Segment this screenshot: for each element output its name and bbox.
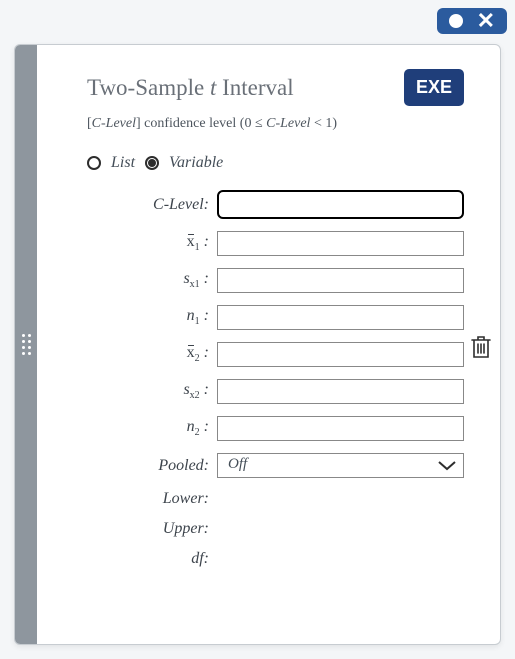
header-row: Two-Sample t Interval EXE (87, 69, 464, 106)
close-button[interactable]: ✕ (477, 14, 495, 28)
dialog-content: Two-Sample t Interval EXE [C-Level] conf… (37, 45, 500, 644)
status-dot-icon (449, 14, 463, 28)
radio-variable[interactable] (145, 156, 159, 170)
row-pooled: Pooled: Off (87, 453, 464, 478)
title-pre: Two-Sample (87, 75, 210, 100)
select-pooled[interactable]: Off (217, 453, 464, 478)
label-pooled: Pooled: (87, 457, 217, 475)
label-sx2: sx2 : (87, 381, 217, 401)
input-xbar2[interactable] (217, 342, 464, 367)
delete-button[interactable] (470, 335, 492, 364)
title-post: Interval (216, 75, 293, 100)
row-df: df: (87, 550, 464, 568)
row-n2: n2 : (87, 416, 464, 441)
row-lower: Lower: (87, 490, 464, 508)
subtitle: [C-Level] confidence level (0 ≤ C-Level … (87, 116, 464, 132)
label-lower: Lower: (87, 490, 217, 508)
label-df: df: (87, 550, 217, 568)
row-n1: n1 : (87, 305, 464, 330)
grip-icon (22, 334, 31, 355)
data-mode-row: List Variable (87, 154, 464, 172)
radio-list[interactable] (87, 156, 101, 170)
trash-icon (470, 335, 492, 359)
row-xbar2: x2 : (87, 342, 464, 367)
label-xbar1: x1 : (87, 233, 217, 253)
input-sx1[interactable] (217, 268, 464, 293)
input-clevel[interactable] (217, 190, 464, 219)
drag-handle[interactable] (15, 45, 37, 644)
row-upper: Upper: (87, 520, 464, 538)
label-sx1: sx1 : (87, 270, 217, 290)
row-xbar1: x1 : (87, 231, 464, 256)
titlebar-controls: ✕ (437, 8, 507, 34)
input-xbar1[interactable] (217, 231, 464, 256)
label-clevel: C-Level: (87, 196, 217, 214)
row-sx2: sx2 : (87, 379, 464, 404)
dialog-card: Two-Sample t Interval EXE [C-Level] conf… (14, 44, 501, 645)
execute-button[interactable]: EXE (404, 69, 464, 106)
label-xbar2: x2 : (87, 344, 217, 364)
radio-list-label: List (111, 154, 135, 172)
label-n1: n1 : (87, 307, 217, 327)
input-sx2[interactable] (217, 379, 464, 404)
radio-variable-label: Variable (169, 154, 223, 172)
select-pooled-wrap: Off (217, 453, 464, 478)
row-sx1: sx1 : (87, 268, 464, 293)
input-n1[interactable] (217, 305, 464, 330)
input-n2[interactable] (217, 416, 464, 441)
row-clevel: C-Level: (87, 190, 464, 219)
dialog-title: Two-Sample t Interval (87, 75, 294, 101)
label-upper: Upper: (87, 520, 217, 538)
label-n2: n2 : (87, 418, 217, 438)
